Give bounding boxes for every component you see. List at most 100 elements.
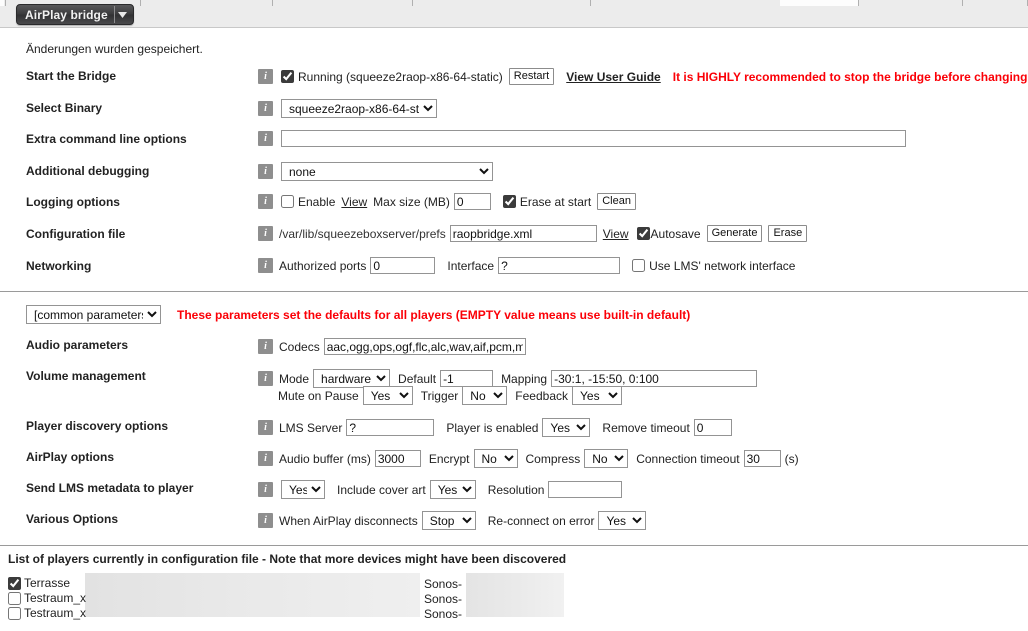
config-file-path: /var/lib/squeezeboxserver/prefs [279,226,446,241]
erase-config-button[interactable]: Erase [768,225,808,242]
interface-input[interactable] [498,257,621,274]
label-extra-command-line-options: Extra command line options [26,132,187,146]
volume-mapping-input[interactable] [551,370,758,387]
running-text: Running (squeeze2raop-x86-64-static) [298,69,503,84]
logging-view-link[interactable]: View [341,195,367,209]
redacted-region-types [466,573,564,617]
player-row-1[interactable]: Testraum_x [8,591,86,605]
player-enabled-label: Player is enabled [446,420,539,435]
extra-command-line-input[interactable] [281,130,906,147]
volume-default-label: Default [398,371,437,386]
lms-server-input[interactable] [346,419,435,436]
row-volume-management-2: Mute on Pause Yes Trigger No Feedback Ye… [278,386,622,405]
info-icon[interactable]: i [258,451,273,466]
player-name: Testraum_x [24,591,87,605]
feedback-dropdown[interactable]: Yes [572,386,622,405]
row-start-the-bridge: i Running (squeeze2raop-x86-64-static) R… [258,68,1028,85]
player-checkbox[interactable] [8,606,21,620]
autosave-checkbox[interactable] [636,227,650,240]
label-select-binary: Select Binary [26,101,103,115]
connection-timeout-input[interactable] [743,450,781,467]
max-size-input[interactable] [453,193,491,210]
trigger-dropdown[interactable]: No [462,386,508,405]
airplay-bridge-settings-page: AirPlay bridge Änderungen wurden gespeic… [0,0,1028,631]
info-icon[interactable]: i [258,371,273,386]
info-icon[interactable]: i [258,226,273,241]
include-cover-art-dropdown[interactable]: Yes [429,480,476,499]
top-nav-bar: AirPlay bridge [0,0,1028,28]
view-user-guide-link[interactable]: View User Guide [566,70,660,84]
label-various-options: Various Options [26,512,119,526]
config-filename-input[interactable] [449,225,597,242]
player-row-0[interactable]: Terrasse [8,576,70,590]
resolution-input[interactable] [548,481,623,498]
row-select-binary: i squeeze2raop-x86-64-static [258,99,437,118]
chevron-down-icon[interactable] [115,5,131,24]
player-type-0: Sonos- [424,577,463,591]
tab-airplay-bridge-label: AirPlay bridge [25,7,108,22]
compress-dropdown[interactable]: No [584,449,629,468]
player-type-2: Sonos- [424,607,463,621]
player-checkbox[interactable] [8,591,21,605]
player-type-1: Sonos- [424,592,463,606]
row-configuration-file: i /var/lib/squeezeboxserver/prefs View A… [258,225,808,242]
use-lms-network-checkbox[interactable] [632,259,646,272]
connection-timeout-label: Connection timeout [636,451,740,466]
info-icon[interactable]: i [258,101,273,116]
authorized-ports-input[interactable] [370,257,436,274]
player-list-header: List of players currently in configurati… [8,552,567,566]
volume-mapping-label: Mapping [501,371,548,386]
volume-default-input[interactable] [440,370,494,387]
info-icon[interactable]: i [258,194,273,209]
player-name: Terrasse [24,576,71,590]
label-configuration-file: Configuration file [26,227,126,241]
send-metadata-dropdown[interactable]: Yes [281,480,325,499]
info-icon[interactable]: i [258,339,273,354]
info-icon[interactable]: i [258,420,273,435]
player-row-2[interactable]: Testraum_x [8,606,86,620]
generate-button[interactable]: Generate [706,225,763,242]
label-player-discovery-options: Player discovery options [26,419,169,433]
mute-on-pause-dropdown[interactable]: Yes [362,386,413,405]
tab-airplay-bridge[interactable]: AirPlay bridge [16,4,134,25]
additional-debugging-dropdown[interactable]: none [281,162,493,181]
codecs-input[interactable] [323,338,526,355]
info-icon[interactable]: i [258,482,273,497]
config-view-link[interactable]: View [603,227,629,241]
player-enabled-dropdown[interactable]: Yes [542,418,591,437]
info-icon[interactable]: i [258,69,273,84]
players-notice-text: These parameters set the defaults for al… [177,307,691,322]
info-icon[interactable]: i [258,164,273,179]
running-checkbox[interactable] [281,70,294,83]
player-selector-dropdown[interactable]: [common parameters] [26,305,161,324]
info-icon[interactable]: i [258,131,273,146]
erase-at-start-checkbox[interactable] [502,195,516,208]
label-volume-management: Volume management [26,369,146,383]
authorized-ports-label: Authorized ports [279,258,367,273]
label-additional-debugging: Additional debugging [26,164,150,178]
restart-button[interactable]: Restart [508,68,555,85]
info-icon[interactable]: i [258,258,273,273]
player-checkbox[interactable] [8,576,21,590]
when-airplay-disconnects-dropdown[interactable]: Stop [421,511,476,530]
logging-enable-checkbox[interactable] [281,195,294,208]
clean-button[interactable]: Clean [597,193,636,210]
interface-label: Interface [447,258,495,273]
remove-timeout-input[interactable] [693,419,732,436]
max-size-label: Max size (MB) [373,194,450,209]
audio-buffer-input[interactable] [374,450,421,467]
connection-timeout-unit: (s) [784,451,799,466]
lms-server-label: LMS Server [279,420,343,435]
encrypt-dropdown[interactable]: No [473,449,518,468]
feedback-label: Feedback [515,388,568,403]
status-message: Änderungen wurden gespeichert. [26,42,203,56]
mute-on-pause-label: Mute on Pause [278,388,359,403]
reconnect-on-error-dropdown[interactable]: Yes [598,511,647,530]
autosave-label: Autosave [650,226,701,241]
include-cover-art-label: Include cover art [337,482,426,497]
label-networking: Networking [26,259,92,273]
when-airplay-disconnects-label: When AirPlay disconnects [279,513,418,528]
tab-separators [0,0,1028,6]
select-binary-dropdown[interactable]: squeeze2raop-x86-64-static [281,99,437,118]
info-icon[interactable]: i [258,513,273,528]
